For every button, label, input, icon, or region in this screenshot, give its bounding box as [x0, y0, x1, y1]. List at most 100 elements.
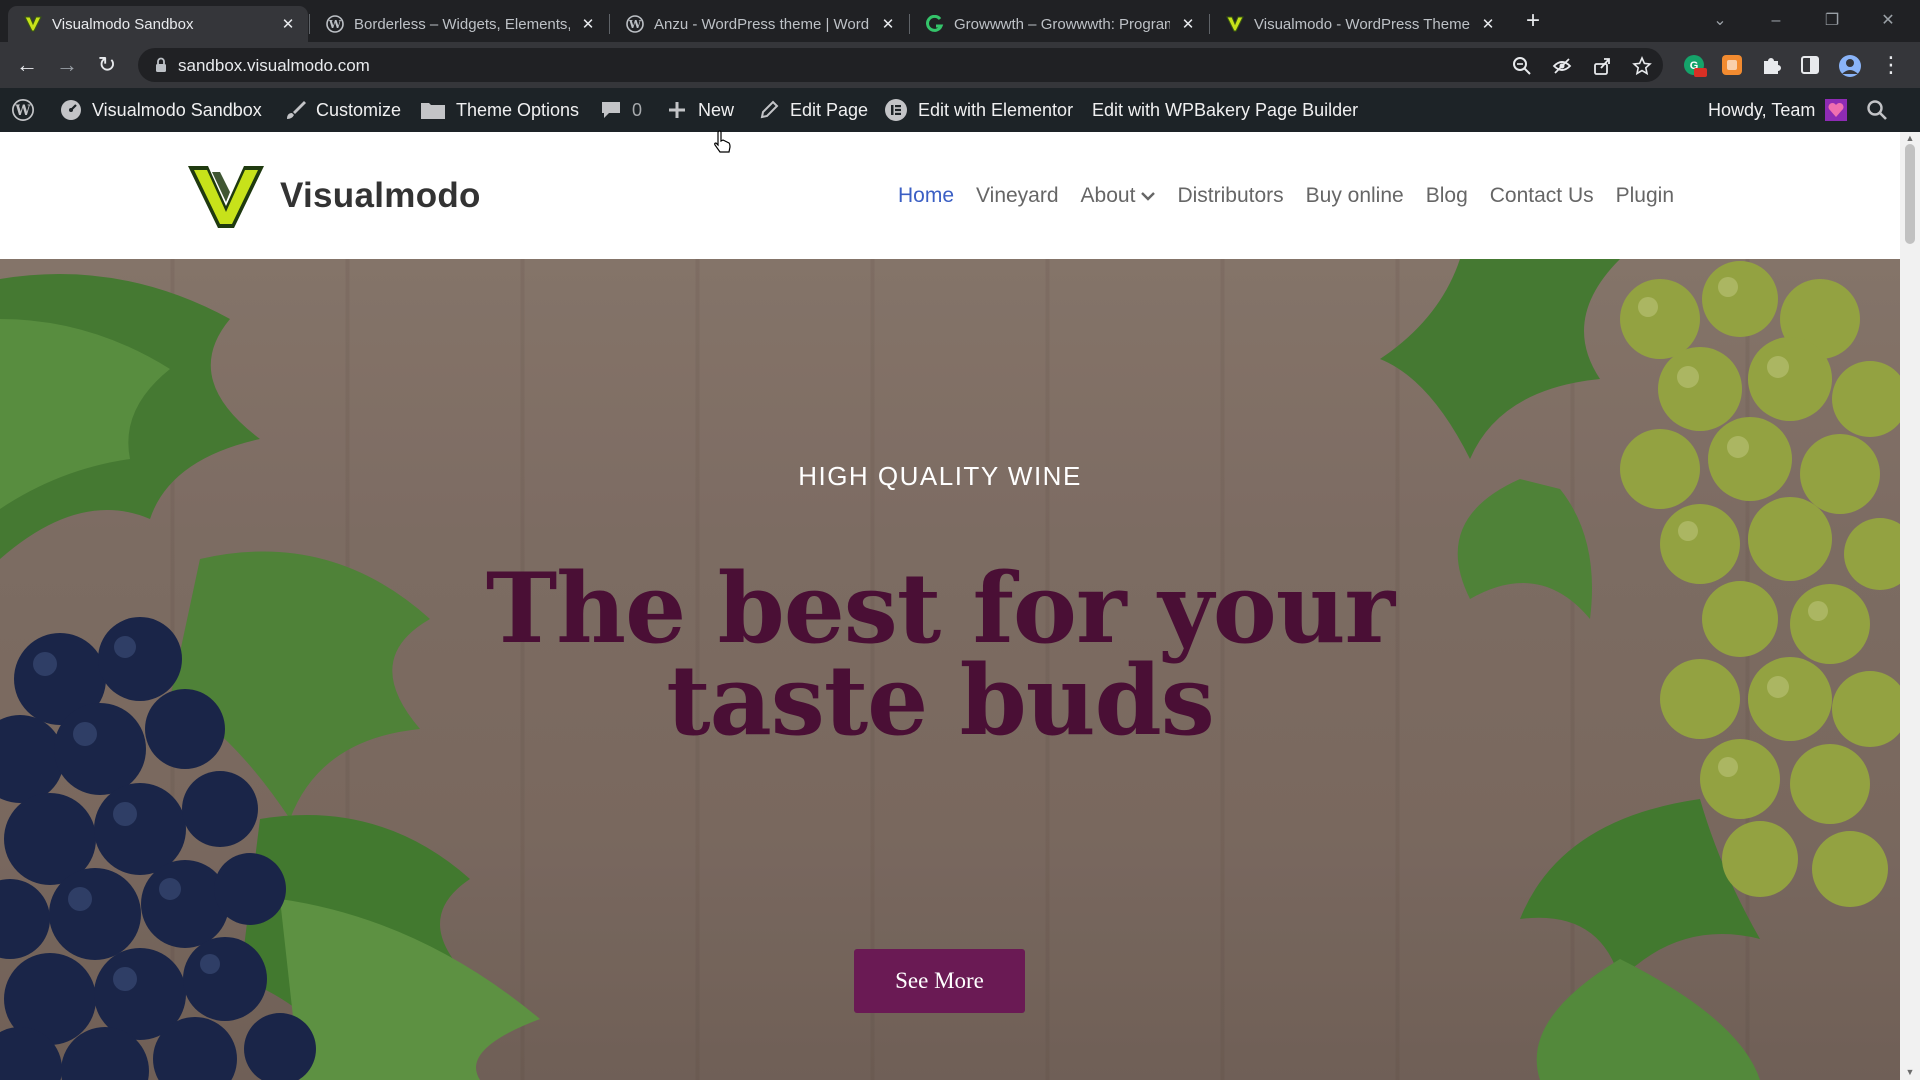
tab-title: Borderless – Widgets, Elements, T — [354, 15, 570, 33]
hero-kicker: HIGH QUALITY WINE — [798, 461, 1082, 491]
my-account-menu[interactable]: Howdy, Team — [1708, 88, 1848, 132]
edit-page-label: Edit Page — [790, 99, 869, 120]
grammarly-extension-icon[interactable]: G — [1683, 54, 1707, 77]
hero-headline: The best for your taste buds — [450, 561, 1430, 749]
comments-count: 0 — [632, 99, 643, 120]
new-tab-button[interactable]: + — [1520, 9, 1546, 35]
wordpress-icon: W — [326, 15, 344, 33]
new-label: New — [698, 99, 735, 120]
url-text: sandbox.visualmodo.com — [178, 56, 370, 75]
profile-avatar-icon[interactable] — [1838, 54, 1861, 77]
nav-item-buy-online[interactable]: Buy online — [1306, 184, 1404, 208]
edit-elementor-label: Edit with Elementor — [918, 99, 1074, 120]
lock-icon[interactable] — [152, 56, 170, 74]
pencil-icon — [758, 99, 780, 121]
zoom-icon[interactable] — [1512, 56, 1532, 76]
nav-item-contact-us[interactable]: Contact Us — [1490, 184, 1594, 208]
growwwth-icon — [926, 15, 944, 33]
scrollbar-thumb[interactable] — [1905, 144, 1915, 244]
scroll-down-icon[interactable]: ▼ — [1905, 1068, 1915, 1077]
site-name-label: Visualmodo Sandbox — [92, 99, 262, 120]
browser-tab-growwwth[interactable]: Growwwth – Growwwth: Program ✕ — [910, 6, 1208, 42]
paintbrush-icon — [284, 99, 306, 121]
edit-page-link[interactable]: Edit Page — [758, 88, 868, 132]
wordpress-icon: W — [626, 15, 644, 33]
tab-title: Anzu - WordPress theme | WordP — [654, 15, 870, 33]
forward-arrow-icon[interactable]: → — [53, 51, 81, 79]
plus-icon — [666, 99, 688, 121]
nav-item-about[interactable]: About — [1081, 184, 1156, 208]
wp-admin-bar: W Visualmodo Sandbox Customize Theme Opt… — [0, 88, 1920, 132]
eye-off-icon[interactable] — [1552, 56, 1572, 76]
svg-text:W: W — [628, 18, 642, 31]
browser-tab-visualmodo-sandbox[interactable]: Visualmodo Sandbox ✕ — [8, 6, 308, 42]
wordpress-icon: W — [12, 99, 34, 121]
comment-bubble-icon — [600, 99, 622, 121]
svg-text:W: W — [328, 18, 342, 31]
visualmodo-logo-icon[interactable] — [186, 162, 266, 232]
site-header: Visualmodo Home Vineyard About Distribut… — [0, 132, 1900, 259]
tab-title: Visualmodo - WordPress Themes — [1254, 15, 1470, 33]
hand-pointer-cursor-icon — [714, 130, 731, 153]
page-scrollbar[interactable]: ▲ ▼ — [1900, 132, 1920, 1080]
site-brand-name[interactable]: Visualmodo — [280, 176, 481, 216]
wp-logo-menu[interactable]: W — [12, 88, 44, 132]
close-tab-icon[interactable]: ✕ — [878, 14, 898, 34]
nav-item-vineyard[interactable]: Vineyard — [976, 184, 1059, 208]
nav-item-home[interactable]: Home — [898, 184, 954, 208]
main-navigation: Home Vineyard About Distributors Buy onl… — [898, 132, 1696, 259]
hero-section: HIGH QUALITY WINE The best for your tast… — [0, 259, 1900, 1080]
browser-menu-icon[interactable]: ⋮ — [1880, 54, 1902, 76]
folder-icon — [420, 99, 446, 121]
browser-tab-visualmodo-themes[interactable]: Visualmodo - WordPress Themes ✕ — [1210, 6, 1508, 42]
share-icon[interactable] — [1592, 56, 1612, 76]
hero-headline-line-2: taste buds — [666, 644, 1215, 757]
customize-label: Customize — [316, 99, 402, 120]
close-tab-icon[interactable]: ✕ — [1478, 14, 1498, 34]
close-tab-icon[interactable]: ✕ — [578, 14, 598, 34]
nav-item-plugin[interactable]: Plugin — [1616, 184, 1674, 208]
user-avatar-icon — [1825, 99, 1848, 121]
scroll-up-icon[interactable]: ▲ — [1905, 134, 1915, 143]
browser-tab-anzu[interactable]: W Anzu - WordPress theme | WordP ✕ — [610, 6, 908, 42]
address-bar[interactable]: sandbox.visualmodo.com — [138, 48, 1663, 82]
theme-options-link[interactable]: Theme Options — [420, 88, 579, 132]
back-arrow-icon[interactable]: ← — [13, 51, 41, 79]
dashboard-gauge-icon — [60, 99, 82, 121]
close-window-icon[interactable]: ✕ — [1868, 6, 1908, 36]
edit-with-wpbakery-link[interactable]: Edit with WPBakery Page Builder — [1092, 88, 1358, 132]
tab-title: Visualmodo Sandbox — [52, 15, 194, 33]
new-content-menu[interactable]: New — [666, 88, 734, 132]
close-tab-icon[interactable]: ✕ — [278, 14, 298, 34]
elementor-icon — [884, 99, 908, 121]
site-name-menu[interactable]: Visualmodo Sandbox — [60, 88, 262, 132]
nav-item-blog[interactable]: Blog — [1426, 184, 1468, 208]
chevron-down-icon — [1141, 191, 1156, 201]
see-more-button[interactable]: See More — [854, 949, 1025, 1013]
reload-icon[interactable]: ↻ — [93, 51, 121, 79]
nav-item-about-label: About — [1080, 183, 1136, 207]
browser-tab-borderless[interactable]: W Borderless – Widgets, Elements, T ✕ — [310, 6, 608, 42]
tab-title: Growwwth – Growwwth: Program — [954, 15, 1170, 33]
nav-item-distributors[interactable]: Distributors — [1177, 184, 1283, 208]
browser-tab-strip: Visualmodo Sandbox ✕ W Borderless – Widg… — [0, 0, 1920, 42]
howdy-label: Howdy, Team — [1708, 99, 1816, 120]
edit-wpbakery-label: Edit with WPBakery Page Builder — [1092, 99, 1359, 120]
page-viewport: Visualmodo Home Vineyard About Distribut… — [0, 132, 1900, 1080]
svg-text:W: W — [14, 103, 31, 119]
tab-search-chevron-icon[interactable]: ⌄ — [1700, 6, 1740, 36]
browser-toolbar: ← → ↻ sandbox.visualmodo.com G ⋮ — [0, 42, 1920, 88]
side-panel-icon[interactable] — [1799, 54, 1821, 76]
customize-link[interactable]: Customize — [284, 88, 401, 132]
visualmodo-v-icon — [1226, 15, 1244, 33]
star-icon[interactable] — [1632, 56, 1652, 76]
close-tab-icon[interactable]: ✕ — [1178, 14, 1198, 34]
restore-window-icon[interactable]: ❐ — [1812, 6, 1852, 36]
edit-with-elementor-link[interactable]: Edit with Elementor — [884, 88, 1073, 132]
extensions-puzzle-icon[interactable] — [1760, 54, 1782, 76]
extension-orange-icon[interactable] — [1721, 54, 1743, 76]
minimize-window-icon[interactable]: – — [1756, 6, 1796, 36]
admin-search-icon[interactable] — [1866, 88, 1888, 132]
comments-link[interactable]: 0 — [600, 88, 642, 132]
theme-options-label: Theme Options — [456, 99, 580, 120]
